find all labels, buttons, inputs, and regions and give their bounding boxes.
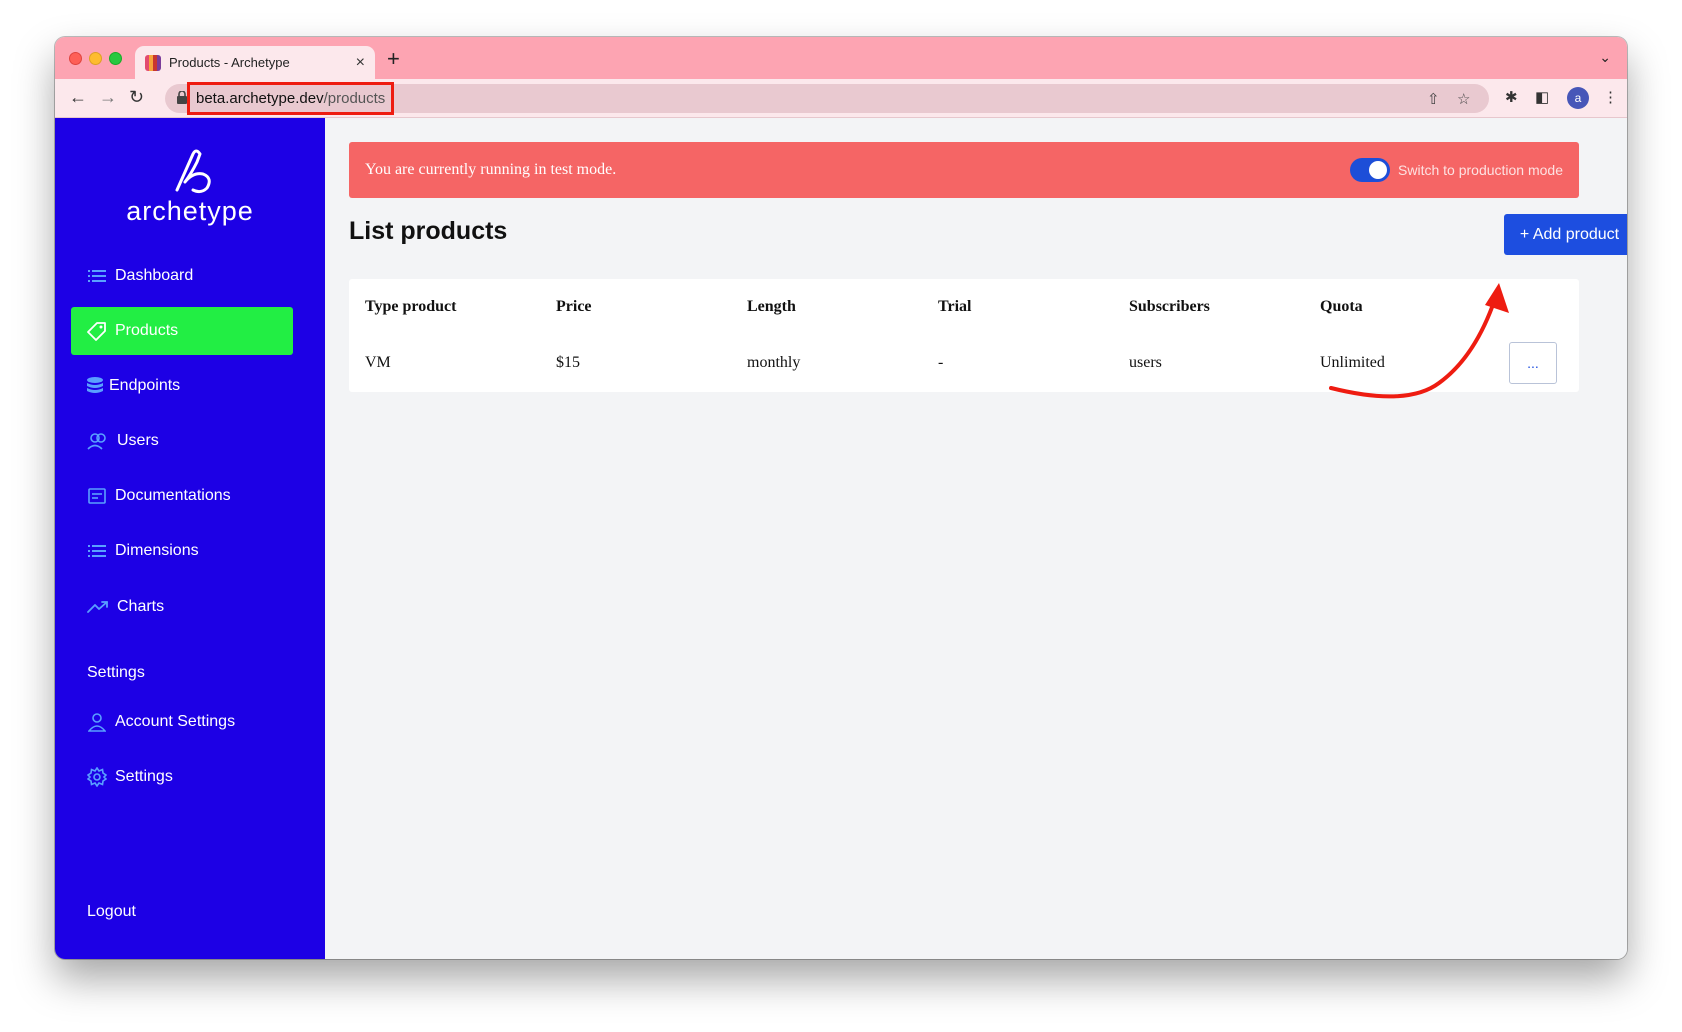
page-title: List products	[349, 217, 508, 245]
trending-up-icon	[87, 597, 109, 617]
tab-close-icon[interactable]: ×	[356, 54, 365, 72]
add-product-button[interactable]: + Add product	[1504, 214, 1627, 255]
profile-avatar[interactable]: a	[1567, 87, 1589, 109]
url-text[interactable]: beta.archetype.dev/products	[187, 82, 395, 115]
sidebar-item-label: Settings	[115, 768, 173, 785]
column-header-type-product: Type product	[365, 298, 457, 315]
sidebar-item-settings[interactable]: Settings	[71, 753, 293, 801]
sidebar-item-dashboard[interactable]: Dashboard	[71, 252, 293, 300]
browser-toolbar: ← → ↻ beta.archetype.dev/products ⇧ ☆ ✱ …	[55, 79, 1627, 118]
cell-length: monthly	[747, 354, 801, 371]
sidebar-item-dimensions[interactable]: Dimensions	[71, 527, 293, 575]
sidebar-item-products[interactable]: Products	[71, 307, 293, 355]
tab-title: Products - Archetype	[169, 55, 290, 70]
sidebar-item-documentations[interactable]: Documentations	[71, 472, 293, 520]
settings-section-label: Settings	[87, 664, 145, 681]
test-mode-banner: You are currently running in test mode. …	[349, 142, 1579, 198]
users-icon	[87, 431, 109, 451]
favicon-icon	[145, 54, 161, 71]
sidebar-item-endpoints[interactable]: Endpoints	[71, 362, 293, 410]
cell-subscribers: users	[1129, 354, 1162, 371]
bookmark-star-icon[interactable]: ☆	[1457, 90, 1470, 108]
sidebar-item-label: Account Settings	[115, 713, 236, 730]
sidebar: archetype Dashboard Products Endpoints U	[55, 118, 325, 959]
url-path: /products	[323, 90, 386, 107]
extensions-puzzle-icon[interactable]: ✱	[1505, 88, 1518, 106]
sidebar-item-label: Dashboard	[115, 267, 194, 284]
column-header-quota: Quota	[1320, 298, 1363, 315]
column-header-length: Length	[747, 298, 796, 315]
url-host: beta.archetype.dev	[196, 90, 324, 107]
production-mode-toggle[interactable]	[1350, 158, 1391, 182]
cell-type-product: VM	[365, 354, 391, 371]
sidebar-item-label: Endpoints	[109, 377, 181, 394]
minimize-window-button[interactable]	[89, 52, 102, 65]
column-header-price: Price	[556, 298, 592, 315]
toggle-knob	[1369, 161, 1388, 179]
database-icon	[85, 376, 105, 396]
main-content: You are currently running in test mode. …	[325, 118, 1627, 959]
forward-arrow-icon[interactable]: →	[99, 87, 117, 108]
toggle-label: Switch to production mode	[1398, 162, 1563, 178]
maximize-window-button[interactable]	[109, 52, 122, 65]
browser-window: Products - Archetype × + ⌄ ← → ↻ beta.ar…	[55, 37, 1627, 959]
sidebar-item-label: Products	[115, 322, 179, 339]
gear-icon	[87, 767, 107, 787]
document-icon	[87, 486, 107, 506]
lock-icon	[177, 91, 187, 104]
column-header-subscribers: Subscribers	[1129, 298, 1210, 315]
address-bar[interactable]: beta.archetype.dev/products ⇧ ☆	[165, 82, 1489, 115]
sidebar-item-label: Documentations	[115, 487, 231, 504]
tag-icon	[87, 321, 107, 341]
banner-text: You are currently running in test mode.	[365, 161, 617, 178]
browser-menu-icon[interactable]: ⋮	[1603, 88, 1618, 106]
sidebar-item-label: Charts	[117, 598, 165, 615]
archetype-logo-icon	[175, 149, 211, 194]
tab-bar: Products - Archetype × + ⌄	[55, 37, 1627, 79]
cell-quota: Unlimited	[1320, 354, 1385, 371]
tab-search-chevron-icon[interactable]: ⌄	[1599, 49, 1611, 66]
reload-icon[interactable]: ↻	[129, 87, 144, 108]
cell-price: $15	[556, 354, 580, 371]
share-icon[interactable]: ⇧	[1427, 90, 1440, 108]
new-tab-button[interactable]: +	[387, 46, 400, 72]
sidebar-item-users[interactable]: Users	[71, 417, 293, 465]
sidebar-item-charts[interactable]: Charts	[71, 583, 293, 631]
sidebar-item-label: Users	[117, 432, 159, 449]
sidebar-item-account-settings[interactable]: Account Settings	[71, 698, 293, 746]
browser-tab[interactable]: Products - Archetype ×	[135, 46, 375, 79]
logo[interactable]: archetype	[55, 148, 325, 227]
user-icon	[87, 712, 107, 732]
list-icon	[87, 541, 107, 561]
close-window-button[interactable]	[69, 52, 82, 65]
column-header-trial: Trial	[938, 298, 972, 315]
back-arrow-icon[interactable]: ←	[69, 87, 87, 108]
products-table: Type product Price Length Trial Subscrib…	[349, 279, 1579, 392]
sidebar-item-label: Dimensions	[115, 542, 199, 559]
side-panel-icon[interactable]: ◧	[1535, 88, 1549, 106]
logout-link[interactable]: Logout	[87, 903, 136, 921]
list-icon	[87, 266, 107, 286]
row-actions-button[interactable]: ...	[1509, 342, 1557, 384]
cell-trial: -	[938, 354, 944, 371]
logo-text: archetype	[126, 196, 254, 226]
